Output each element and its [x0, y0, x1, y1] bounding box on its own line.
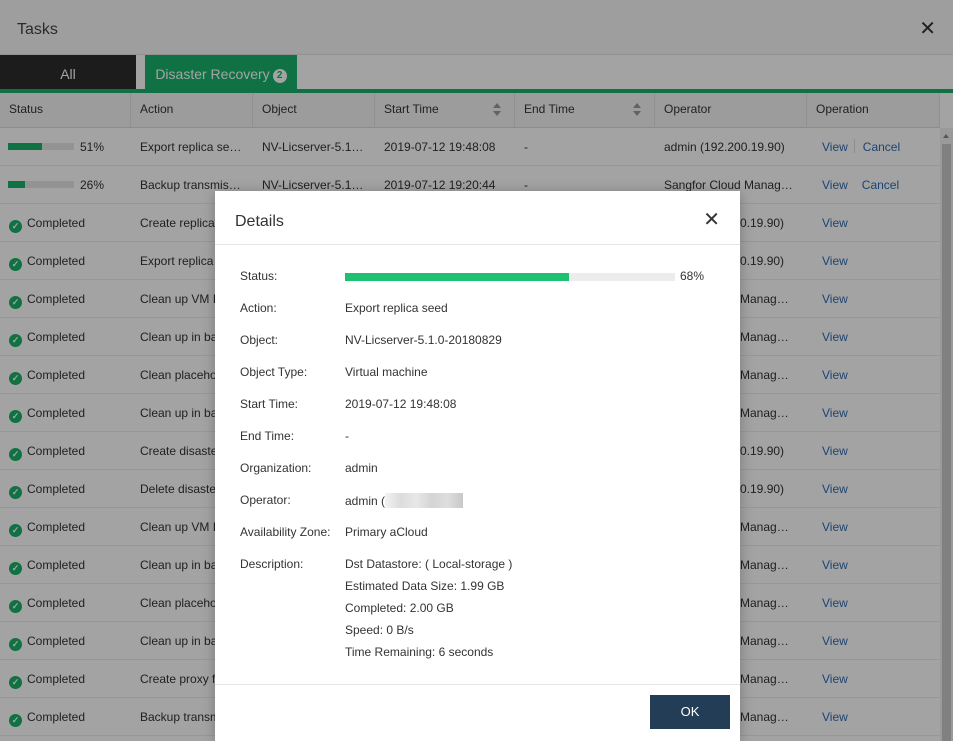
detail-progress-percent: 68% — [680, 269, 705, 283]
availability-zone-label: Availability Zone: — [240, 525, 331, 539]
end-time-value: - — [345, 429, 349, 443]
description-label: Description: — [240, 557, 304, 571]
description-line: Speed: 0 B/s — [345, 623, 414, 637]
description-line: Completed: 2.00 GB — [345, 601, 454, 615]
description-line: Time Remaining: 6 seconds — [345, 645, 494, 659]
end-time-label: End Time: — [240, 429, 295, 443]
operator-label: Operator: — [240, 493, 291, 507]
description-value: Dst Datastore: ( Local-storage ) Estimat… — [345, 553, 720, 663]
dialog-close-icon[interactable]: ✕ — [703, 210, 720, 230]
details-dialog: Details ✕ Status: 68% Action: Export rep… — [215, 191, 740, 741]
availability-zone-value: Primary aCloud — [345, 525, 428, 539]
action-label: Action: — [240, 301, 277, 315]
description-line: Estimated Data Size: 1.99 GB — [345, 579, 505, 593]
organization-value: admin — [345, 461, 378, 475]
operator-value: admin ( — [345, 493, 720, 508]
dialog-header: Details ✕ — [215, 191, 740, 245]
detail-status: Status: 68% — [240, 269, 720, 285]
organization-label: Organization: — [240, 461, 312, 475]
start-time-value: 2019-07-12 19:48:08 — [345, 397, 457, 411]
object-label: Object: — [240, 333, 279, 347]
detail-progress-bar — [345, 273, 675, 281]
description-line: Dst Datastore: ( Local-storage ) — [345, 557, 513, 571]
object-type-value: Virtual machine — [345, 365, 428, 379]
start-time-label: Start Time: — [240, 397, 299, 411]
action-value: Export replica seed — [345, 301, 448, 315]
redacted-ip — [385, 493, 464, 508]
object-type-label: Object Type: — [240, 365, 308, 379]
detail-progress-fill — [345, 273, 570, 281]
dialog-footer: OK — [215, 684, 740, 741]
status-label: Status: — [240, 269, 278, 283]
object-value: NV-Licserver-5.1.0-20180829 — [345, 333, 502, 347]
operator-name: admin ( — [345, 494, 386, 508]
dialog-title: Details — [235, 213, 284, 230]
ok-button[interactable]: OK — [650, 695, 730, 729]
